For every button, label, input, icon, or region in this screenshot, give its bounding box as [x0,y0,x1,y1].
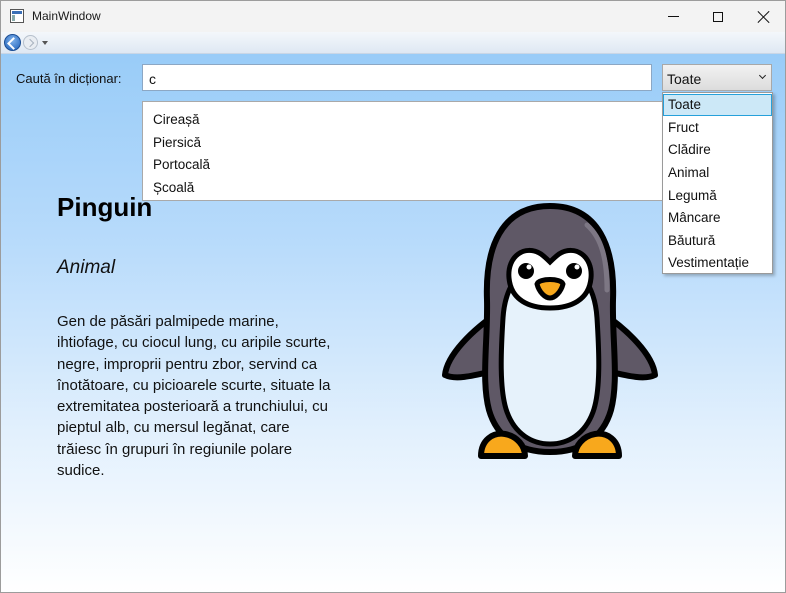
navigation-bar [1,32,785,54]
chevron-down-icon [758,71,767,80]
minimize-button[interactable] [650,1,696,32]
dropdown-option-fruct[interactable]: Fruct [663,117,772,139]
dropdown-option-cladire[interactable]: Clădire [663,139,772,161]
entry-title: Pinguin [57,192,153,222]
suggestion-item[interactable]: Școală [143,177,667,200]
minimize-icon [667,16,679,17]
main-window: MainWindow Caută în dicționar: Toate Cir… [0,0,786,593]
close-icon [758,11,770,23]
entry-description: Gen de păsări palmipede marine, ihtiofag… [57,313,331,480]
app-icon [10,9,24,23]
window-title: MainWindow [32,9,101,23]
entry-category: Animal [57,257,116,278]
suggestion-item[interactable]: Cireașă [143,109,667,132]
search-label: Caută în dicționar: [16,71,122,86]
dropdown-option-mancare[interactable]: Mâncare [663,207,772,229]
dropdown-option-toate[interactable]: Toate [663,94,772,116]
maximize-button[interactable] [695,1,741,32]
title-bar: MainWindow [1,1,785,32]
page-content: Caută în dicționar: Toate Cireașă Piersi… [1,54,785,592]
dropdown-option-animal[interactable]: Animal [663,162,772,184]
category-select-value: Toate [667,71,702,87]
search-input[interactable] [142,64,652,91]
category-select[interactable]: Toate [662,64,772,91]
category-dropdown-list: Toate Fruct Clădire Animal Legumă Mâncar… [662,92,773,274]
dropdown-option-vestimentatie[interactable]: Vestimentație [663,252,772,274]
search-suggestions-list: Cireașă Piersică Portocală Școală [142,101,668,201]
close-button[interactable] [741,1,785,32]
penguin-icon [442,202,658,459]
maximize-icon [713,11,723,22]
suggestion-item[interactable]: Portocală [143,154,667,177]
navigation-history-dropdown-icon[interactable] [42,41,48,45]
back-arrow-icon[interactable] [4,34,21,51]
forward-arrow-icon[interactable] [23,35,38,50]
dropdown-option-bautura[interactable]: Băutură [663,230,772,252]
dropdown-option-leguma[interactable]: Legumă [663,185,772,207]
suggestion-item[interactable]: Piersică [143,132,667,155]
